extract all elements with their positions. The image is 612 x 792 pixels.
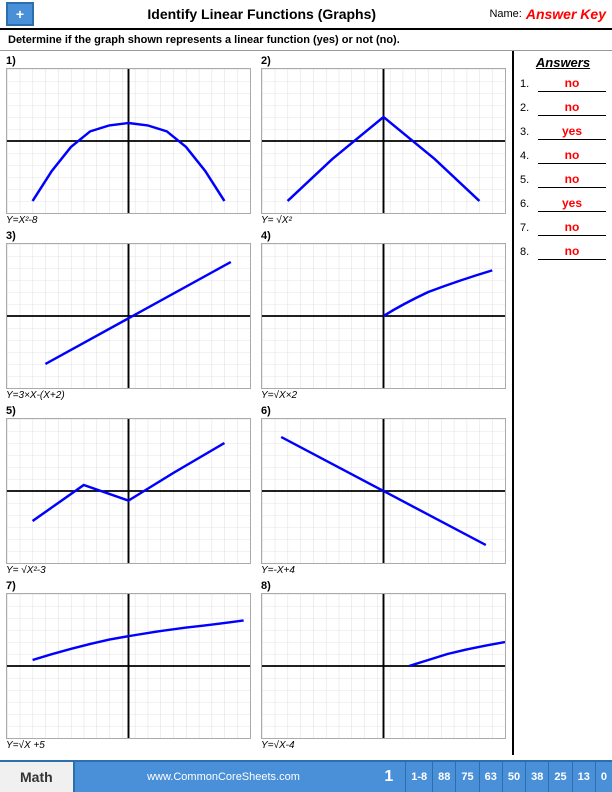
answer-num-2: 2. xyxy=(520,102,538,114)
page-title: Identify Linear Functions (Graphs) xyxy=(34,6,489,22)
graph-label-3: Y=3×X-(X+2) xyxy=(6,390,251,401)
answer-item-1: 1.no xyxy=(520,76,606,92)
answer-num-3: 3. xyxy=(520,126,538,138)
answers-panel: Answers 1.no2.no3.yes4.no5.no6.yes7.no8.… xyxy=(512,51,612,755)
graph-item-2: 2) Y= √X² xyxy=(261,55,506,226)
graph-number-1: 1) xyxy=(6,55,251,67)
stat-75: 75 xyxy=(455,762,478,792)
footer-page: 1 xyxy=(372,768,405,786)
graph-item-3: 3) Y=3×X-(X+2) xyxy=(6,230,251,401)
graph-label-4: Y=√X×2 xyxy=(261,390,506,401)
graph-canvas-3 xyxy=(6,243,251,389)
stat-38: 38 xyxy=(525,762,548,792)
graph-item-5: 5) Y= √X²-3 xyxy=(6,405,251,576)
stat-0: 0 xyxy=(595,762,612,792)
answer-value-2: no xyxy=(538,100,606,116)
graph-label-7: Y=√X +5 xyxy=(6,740,251,751)
stat-range-val: 1-8 xyxy=(411,771,427,783)
graph-canvas-6 xyxy=(261,418,506,564)
graph-label-1: Y=X²-8 xyxy=(6,215,251,226)
answers-title: Answers xyxy=(520,55,606,70)
answer-value-7: no xyxy=(538,220,606,236)
answer-value-6: yes xyxy=(538,196,606,212)
answer-value-4: no xyxy=(538,148,606,164)
footer-url: www.CommonCoreSheets.com xyxy=(75,771,373,783)
graph-canvas-4 xyxy=(261,243,506,389)
logo: + xyxy=(6,2,34,26)
answer-item-3: 3.yes xyxy=(520,124,606,140)
answer-num-8: 8. xyxy=(520,246,538,258)
graph-label-8: Y=√X-4 xyxy=(261,740,506,751)
answer-num-7: 7. xyxy=(520,222,538,234)
graph-item-8: 8) Y=√X-4 xyxy=(261,580,506,751)
stat-88: 88 xyxy=(432,762,455,792)
answer-item-4: 4.no xyxy=(520,148,606,164)
graph-number-3: 3) xyxy=(6,230,251,242)
answer-num-1: 1. xyxy=(520,78,538,90)
graph-canvas-5 xyxy=(6,418,251,564)
graph-number-2: 2) xyxy=(261,55,506,67)
instructions: Determine if the graph shown represents … xyxy=(0,30,612,51)
answer-item-5: 5.no xyxy=(520,172,606,188)
header: + Identify Linear Functions (Graphs) Nam… xyxy=(0,0,612,30)
answer-num-4: 4. xyxy=(520,150,538,162)
answer-num-5: 5. xyxy=(520,174,538,186)
stat-63: 63 xyxy=(479,762,502,792)
footer-math-label: Math xyxy=(0,762,75,792)
graph-item-4: 4) Y=√X×2 xyxy=(261,230,506,401)
graph-label-5: Y= √X²-3 xyxy=(6,565,251,576)
answer-value-8: no xyxy=(538,244,606,260)
graph-number-7: 7) xyxy=(6,580,251,592)
answer-item-8: 8.no xyxy=(520,244,606,260)
name-label: Name: xyxy=(489,8,521,20)
graph-number-8: 8) xyxy=(261,580,506,592)
graph-item-1: 1) Y=X²-8 xyxy=(6,55,251,226)
graph-canvas-1 xyxy=(6,68,251,214)
answer-value-5: no xyxy=(538,172,606,188)
answer-num-6: 6. xyxy=(520,198,538,210)
graph-number-4: 4) xyxy=(261,230,506,242)
answers-list: 1.no2.no3.yes4.no5.no6.yes7.no8.no xyxy=(520,76,606,260)
graph-item-6: 6) Y=-X+4 xyxy=(261,405,506,576)
graph-label-6: Y=-X+4 xyxy=(261,565,506,576)
graph-canvas-8 xyxy=(261,593,506,739)
graph-number-6: 6) xyxy=(261,405,506,417)
graph-canvas-2 xyxy=(261,68,506,214)
stat-50: 50 xyxy=(502,762,525,792)
graph-number-5: 5) xyxy=(6,405,251,417)
stat-25: 25 xyxy=(548,762,571,792)
answer-item-7: 7.no xyxy=(520,220,606,236)
answer-value-3: yes xyxy=(538,124,606,140)
stat-range: 1-8 xyxy=(405,762,432,792)
answer-item-6: 6.yes xyxy=(520,196,606,212)
graph-item-7: 7) Y=√X +5 xyxy=(6,580,251,751)
stat-13: 13 xyxy=(572,762,595,792)
answer-key-label: Answer Key xyxy=(526,6,606,22)
main-content: 1) Y=X²-8 xyxy=(0,51,612,755)
graph-label-2: Y= √X² xyxy=(261,215,506,226)
answer-value-1: no xyxy=(538,76,606,92)
footer-stats: 1-8 88 75 63 50 38 25 13 0 xyxy=(405,762,612,792)
footer: Math www.CommonCoreSheets.com 1 1-8 88 7… xyxy=(0,760,612,792)
graphs-area: 1) Y=X²-8 xyxy=(0,51,512,755)
graph-canvas-7 xyxy=(6,593,251,739)
answer-item-2: 2.no xyxy=(520,100,606,116)
